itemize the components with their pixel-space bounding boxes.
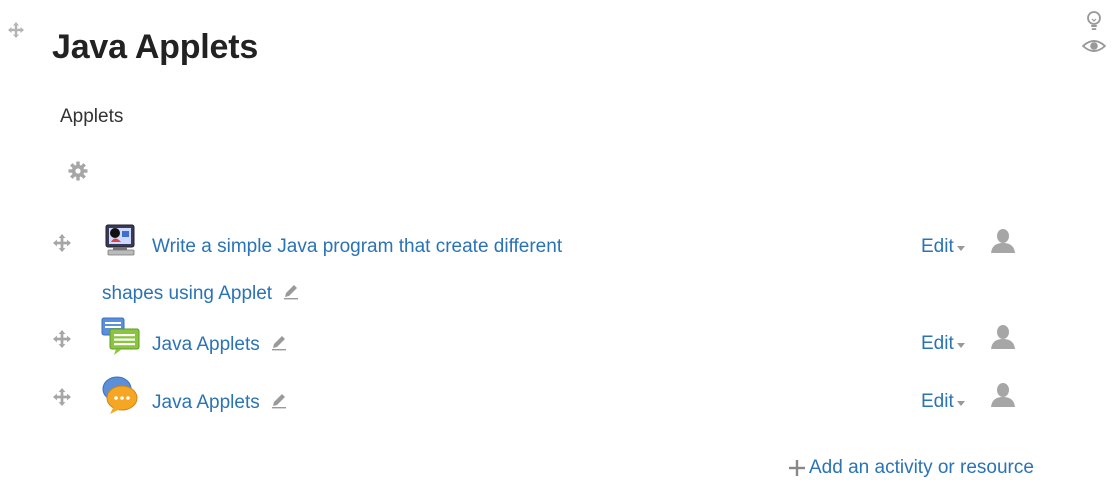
activity-move-icon[interactable] [53, 330, 71, 348]
user-icon[interactable] [990, 382, 1016, 408]
edit-label: Edit [921, 391, 954, 412]
edit-label: Edit [921, 333, 954, 354]
activity-link-forum[interactable]: Java Applets [152, 333, 288, 357]
eye-icon[interactable] [1082, 38, 1106, 54]
activity-title-line2: shapes using Applet [102, 283, 273, 305]
caret-down-icon [956, 400, 965, 406]
user-icon[interactable] [990, 324, 1016, 350]
add-activity-link[interactable]: Add an activity or resource [788, 457, 1034, 479]
gear-icon[interactable] [68, 161, 88, 181]
edit-menu-activity-1[interactable]: Edit [921, 236, 965, 258]
section-move-icon[interactable] [8, 22, 24, 38]
edit-menu-activity-2[interactable]: Edit [921, 333, 965, 355]
caret-down-icon [956, 342, 965, 348]
activity-title-line1: Write a simple Java program that create … [152, 236, 563, 257]
lightbulb-icon[interactable] [1086, 10, 1106, 32]
caret-down-icon [956, 245, 965, 251]
applet-monitor-icon [100, 222, 140, 258]
activity-link-chat[interactable]: Java Applets [152, 391, 288, 415]
section-controls [1082, 10, 1106, 54]
add-activity-label: Add an activity or resource [809, 457, 1034, 478]
edit-menu-activity-3[interactable]: Edit [921, 391, 965, 413]
pencil-icon[interactable] [282, 282, 300, 306]
activity-move-icon[interactable] [53, 388, 71, 406]
pencil-icon[interactable] [270, 391, 288, 415]
activity-title: Java Applets [152, 334, 260, 356]
user-icon[interactable] [990, 228, 1016, 254]
plus-icon [788, 459, 806, 477]
chat-icon [100, 374, 142, 416]
forum-icon [100, 316, 144, 356]
activity-title: Java Applets [152, 392, 260, 414]
section-summary: Applets [60, 106, 124, 127]
pencil-icon[interactable] [270, 333, 288, 357]
activity-link-applet-program[interactable]: Write a simple Java program that create … [152, 236, 562, 258]
section-title: Java Applets [52, 28, 259, 66]
edit-label: Edit [921, 236, 954, 257]
activity-move-icon[interactable] [53, 234, 71, 252]
activity-link-applet-program-continued[interactable]: shapes using Applet [102, 282, 300, 306]
